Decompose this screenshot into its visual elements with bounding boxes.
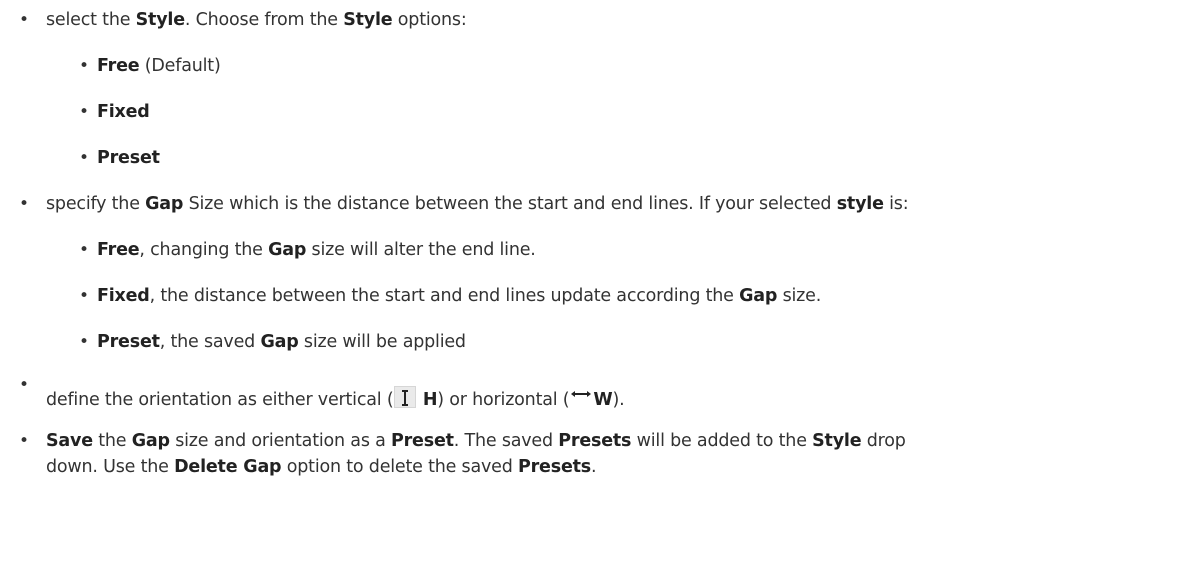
item-text: Fixed [97,102,150,122]
bullet: • [79,286,89,306]
bullet: • [79,56,89,76]
item-text: Free, changing the Gap size will alter t… [97,240,536,260]
item-text: Free (Default) [97,56,221,76]
bullet: • [19,375,29,395]
bullet: • [19,10,29,30]
vertical-arrow-icon [394,386,417,408]
horizontal-arrow-icon [570,386,593,408]
bullet: • [79,240,89,260]
bullet: • [19,194,29,214]
bullet: • [79,102,89,122]
item-text: Fixed, the distance between the start an… [97,286,822,306]
document: • select the Style. Choose from the Styl… [0,0,1188,570]
item-text: specify the Gap Size which is the distan… [46,194,909,214]
item-text: define the orientation as either vertica… [46,386,625,411]
item-text: Preset, the saved Gap size will be appli… [97,332,466,352]
bullet: • [79,148,89,168]
item-text: down. Use the Delete Gap option to delet… [46,457,597,477]
item-text: select the Style. Choose from the Style … [46,10,467,30]
bullet: • [79,332,89,352]
item-text: Save the Gap size and orientation as a P… [46,431,906,451]
item-text: Preset [97,148,160,168]
bullet: • [19,431,29,451]
